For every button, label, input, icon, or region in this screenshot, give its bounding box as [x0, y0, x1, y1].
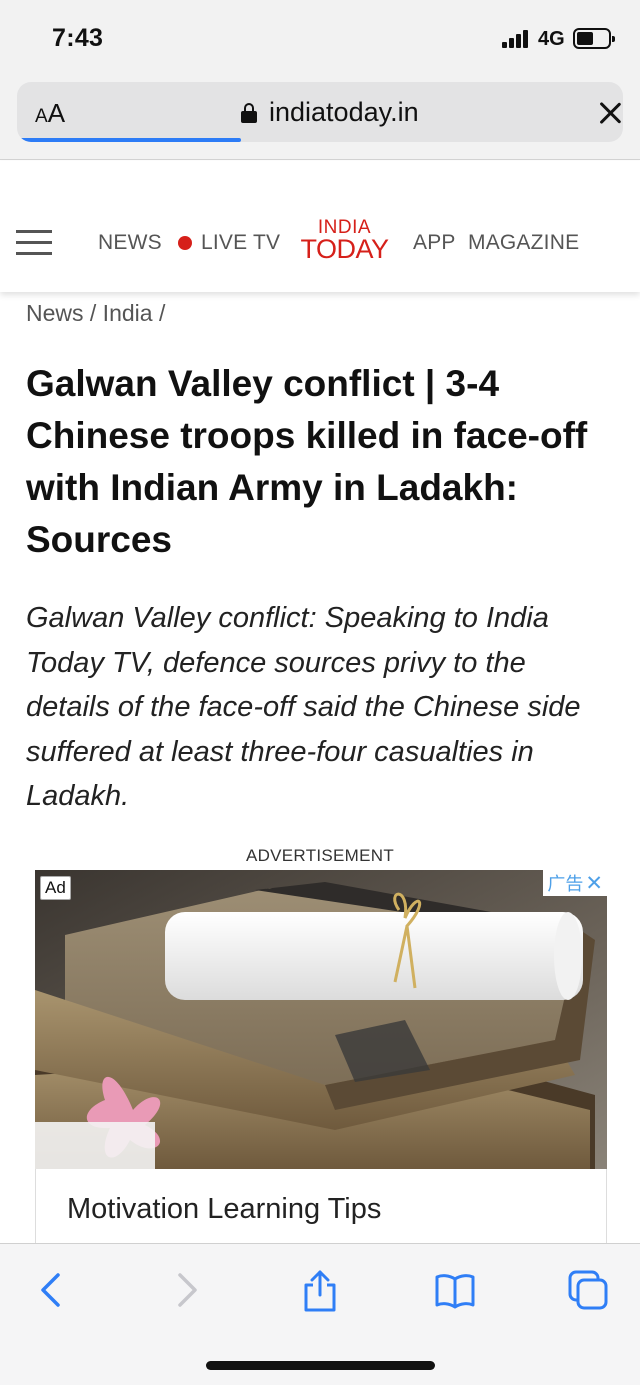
address-bar-area: AA indiatoday.in	[0, 78, 640, 160]
site-header: NEWS LIVE TV INDIA TODAY APP MAGAZINE	[0, 161, 640, 292]
ad-badge: Ad	[40, 876, 71, 900]
article-summary: Galwan Valley conflict: Speaking to Indi…	[26, 602, 581, 812]
share-icon[interactable]	[298, 1268, 342, 1312]
adchoices-button[interactable]: 广告 ✕	[543, 870, 607, 896]
nav-magazine[interactable]: MAGAZINE	[468, 231, 579, 255]
home-indicator	[206, 1361, 435, 1370]
nav-live-tv[interactable]: LIVE TV	[201, 231, 280, 255]
address-bar[interactable]: AA indiatoday.in	[17, 82, 623, 142]
lock-icon	[241, 103, 257, 123]
url-text[interactable]: indiatoday.in	[269, 97, 419, 128]
logo-line-2: TODAY	[300, 234, 389, 264]
ad-card[interactable]: Motivation Learning Tips	[35, 1169, 607, 1243]
text-size-button[interactable]: AA	[35, 98, 65, 129]
ad-image[interactable]	[35, 870, 607, 1169]
live-dot-icon	[178, 236, 192, 250]
stop-loading-button[interactable]	[595, 98, 623, 128]
cellular-signal-icon	[502, 30, 532, 48]
article-headline: Galwan Valley conflict | 3-4 Chinese tro…	[26, 363, 588, 560]
adchoices-label: 广告	[547, 874, 584, 894]
tabs-icon[interactable]	[566, 1268, 610, 1312]
back-icon[interactable]	[31, 1268, 75, 1312]
menu-icon[interactable]	[16, 230, 52, 256]
ad-title[interactable]: Motivation Learning Tips	[67, 1193, 381, 1226]
page-load-progress	[17, 138, 242, 142]
status-time: 7:43	[52, 24, 104, 52]
bookmarks-icon[interactable]	[433, 1268, 477, 1312]
nav-news[interactable]: NEWS	[98, 231, 162, 255]
breadcrumb[interactable]: News / India /	[26, 300, 165, 327]
status-bar: 7:43 4G	[0, 0, 640, 78]
forward-icon[interactable]	[163, 1268, 207, 1312]
nav-app[interactable]: APP	[413, 231, 456, 255]
advertisement-label: ADVERTISEMENT	[245, 846, 395, 865]
advertisement[interactable]: Ad 广告 ✕ Motivation Learning Tips	[35, 870, 607, 1243]
browser-toolbar	[0, 1243, 640, 1385]
india-today-logo[interactable]: INDIA TODAY	[297, 218, 392, 264]
battery-icon	[573, 28, 615, 49]
close-ad-icon[interactable]: ✕	[585, 873, 603, 894]
network-type: 4G	[538, 28, 565, 50]
